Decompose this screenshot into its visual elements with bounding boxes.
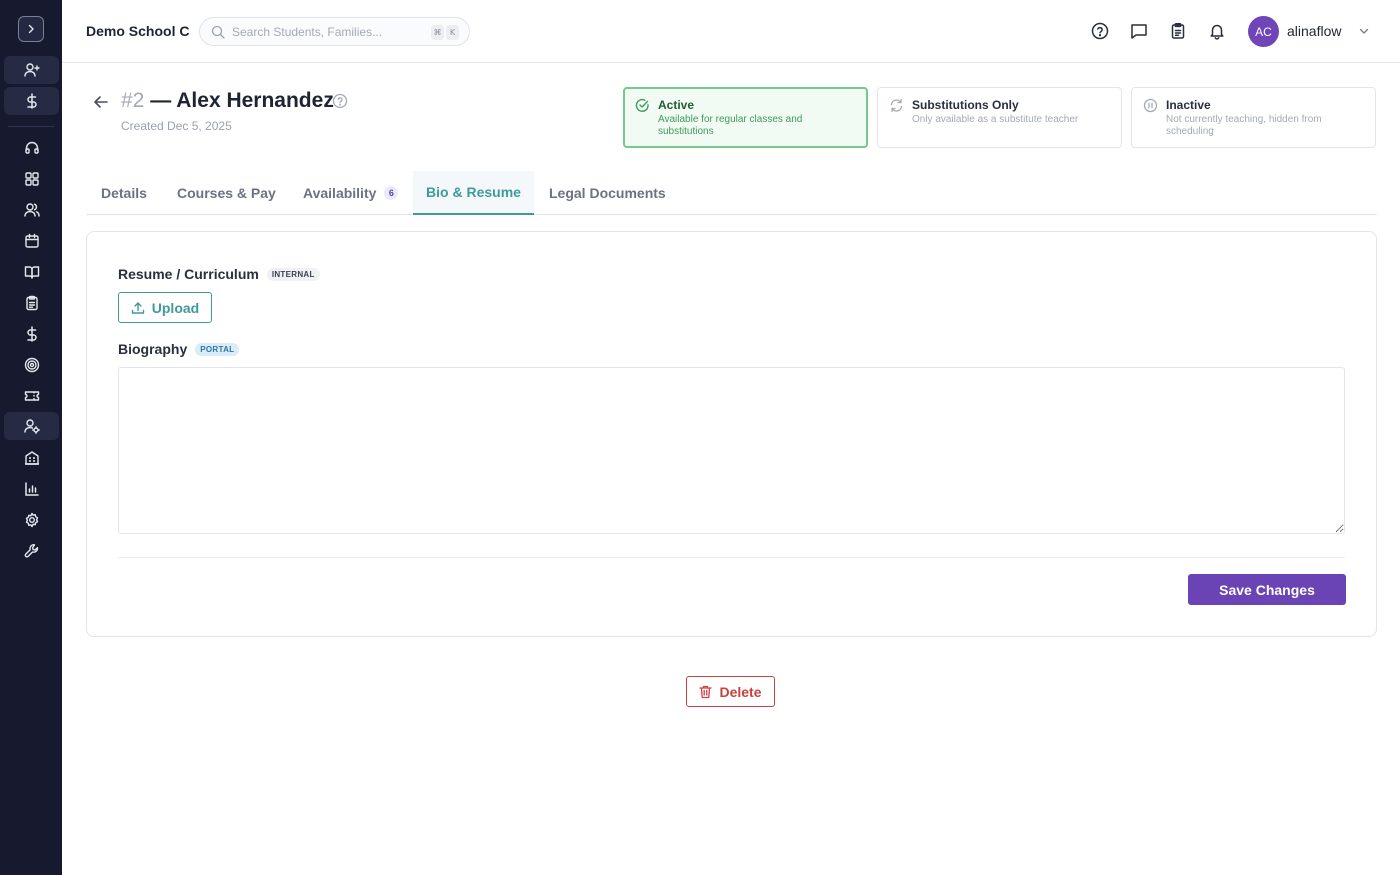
- created-date: Created Dec 5, 2025: [121, 119, 232, 133]
- availability-count-badge: 6: [384, 186, 399, 200]
- biography-textarea[interactable]: [118, 367, 1345, 534]
- help-icon: [1091, 22, 1109, 40]
- ticket-icon: [24, 391, 39, 401]
- resume-label: Resume / Curriculum: [118, 266, 259, 282]
- biography-label: Biography: [118, 341, 188, 357]
- sidebar-item-locations[interactable]: [4, 444, 59, 472]
- teacher-name: Alex Hernandez: [176, 89, 334, 112]
- sidebar-item-courses[interactable]: [4, 258, 59, 286]
- sidebar-toggle-button[interactable]: [18, 16, 44, 42]
- upload-icon: [131, 301, 144, 314]
- tab-bio-resume[interactable]: Bio & Resume: [413, 171, 534, 215]
- search-icon: [211, 25, 225, 39]
- back-button[interactable]: [92, 93, 110, 111]
- sidebar-item-support[interactable]: [4, 134, 59, 162]
- headset-icon: [24, 141, 39, 154]
- help-button[interactable]: [1089, 20, 1111, 42]
- shortcut-key-k: K: [446, 25, 459, 40]
- sidebar-item-attendance[interactable]: [4, 289, 59, 317]
- trash-icon: [699, 685, 713, 698]
- status-description: Not currently teaching, hidden from sche…: [1166, 114, 1322, 137]
- tab-bar: Details Courses & Pay Availability 6 Bio…: [86, 171, 1377, 215]
- grid-icon: [24, 172, 39, 186]
- sidebar-item-dashboard[interactable]: [4, 165, 59, 193]
- notifications-button[interactable]: [1206, 20, 1228, 42]
- status-title: Substitutions Only: [912, 98, 1019, 112]
- panel-divider: [118, 557, 1345, 558]
- sidebar-item-teachers[interactable]: [4, 412, 59, 440]
- upload-label: Upload: [151, 299, 200, 316]
- resume-field: Resume / Curriculum INTERNAL: [118, 266, 320, 282]
- biography-field: Biography PORTAL: [118, 341, 240, 357]
- delete-button[interactable]: Delete: [686, 676, 775, 707]
- user-avatar[interactable]: AC: [1248, 16, 1279, 47]
- tab-details[interactable]: Details: [101, 171, 147, 215]
- status-title: Active: [658, 98, 695, 112]
- clipboard-icon: [1171, 23, 1185, 39]
- tasks-button[interactable]: [1167, 20, 1189, 42]
- wrench-icon: [24, 544, 38, 558]
- search-bar[interactable]: ⌘ K: [199, 17, 470, 46]
- chevron-right-icon: [28, 24, 34, 34]
- status-option-active[interactable]: Active Available for regular classes and…: [623, 87, 868, 148]
- sidebar-item-goals[interactable]: [4, 351, 59, 379]
- top-bar: Demo School C ⌘ K AC alinaflow: [62, 0, 1400, 63]
- sidebar-item-add-user[interactable]: [4, 56, 59, 84]
- sidebar-item-tools[interactable]: [4, 537, 59, 565]
- upload-button[interactable]: Upload: [118, 292, 212, 323]
- clipboard-icon: [25, 295, 38, 311]
- building-icon: [24, 451, 39, 465]
- status-title: Inactive: [1166, 98, 1211, 112]
- status-option-substitutions[interactable]: Substitutions Only Only available as a s…: [877, 87, 1122, 148]
- messages-button[interactable]: [1128, 20, 1150, 42]
- search-input[interactable]: [232, 24, 422, 40]
- status-description: Available for regular classes and substi…: [658, 114, 803, 137]
- dollar-icon: [26, 93, 37, 109]
- target-icon: [24, 357, 39, 373]
- sidebar: [0, 0, 62, 875]
- page-title: #2 — Alex Hernandez: [121, 89, 334, 113]
- dollar-icon: [26, 326, 37, 342]
- users-icon: [23, 203, 40, 217]
- delete-label: Delete: [719, 683, 762, 700]
- help-circle-icon[interactable]: [332, 93, 348, 109]
- save-changes-button[interactable]: Save Changes: [1188, 574, 1346, 605]
- pause-circle-icon: [1143, 98, 1158, 113]
- tab-availability[interactable]: Availability 6: [303, 171, 399, 215]
- user-plus-icon: [23, 63, 40, 77]
- refresh-icon: [890, 98, 903, 113]
- chevron-down-icon[interactable]: [1358, 25, 1370, 37]
- arrow-left-icon: [94, 96, 108, 108]
- tab-legal-documents[interactable]: Legal Documents: [549, 171, 666, 215]
- sidebar-item-payments[interactable]: [4, 320, 59, 348]
- portal-badge: PORTAL: [195, 342, 240, 356]
- sidebar-divider: [8, 126, 54, 127]
- sidebar-item-students[interactable]: [4, 196, 59, 224]
- sidebar-item-settings[interactable]: [4, 506, 59, 534]
- calendar-icon: [24, 233, 39, 248]
- check-circle-icon: [635, 98, 649, 112]
- message-icon: [1131, 24, 1147, 39]
- school-name[interactable]: Demo School C: [86, 23, 189, 39]
- sidebar-item-billing[interactable]: [4, 87, 59, 115]
- shortcut-key-cmd: ⌘: [431, 25, 444, 40]
- bar-chart-icon: [24, 482, 39, 496]
- status-description: Only available as a substitute teacher: [912, 114, 1079, 125]
- title-separator: —: [150, 89, 172, 112]
- sidebar-item-reports[interactable]: [4, 475, 59, 503]
- bell-icon: [1210, 24, 1224, 40]
- book-icon: [24, 266, 39, 279]
- status-option-inactive[interactable]: Inactive Not currently teaching, hidden …: [1131, 87, 1376, 148]
- sidebar-item-tickets[interactable]: [4, 382, 59, 410]
- sidebar-item-calendar[interactable]: [4, 227, 59, 255]
- settings-icon: [25, 512, 38, 528]
- tab-label: Availability: [303, 185, 377, 201]
- user-name[interactable]: alinaflow: [1287, 23, 1341, 39]
- bio-resume-panel: Resume / Curriculum INTERNAL Upload Biog…: [86, 231, 1377, 637]
- tab-courses-pay[interactable]: Courses & Pay: [177, 171, 276, 215]
- user-gear-icon: [23, 419, 40, 434]
- teacher-number: #2: [121, 89, 145, 112]
- internal-badge: INTERNAL: [266, 267, 320, 281]
